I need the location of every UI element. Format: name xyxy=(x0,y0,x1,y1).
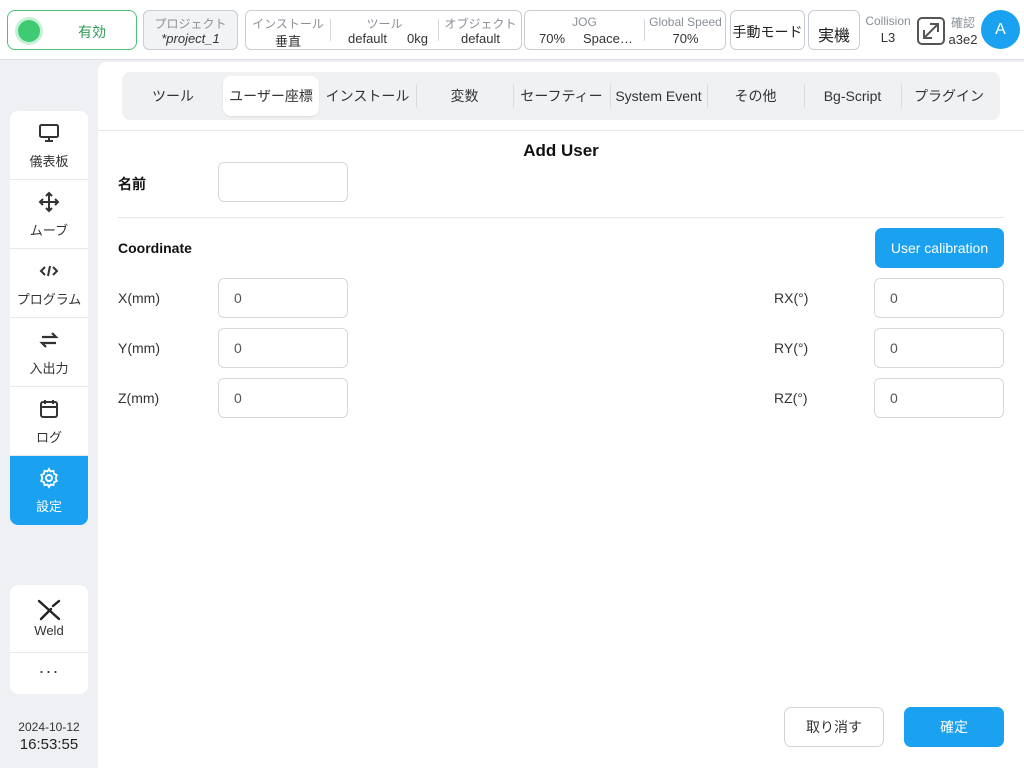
confirm-id: 確認 a3e2 xyxy=(946,14,980,47)
sidebar-nav: 儀表板 ムーブ プログラム 入出力 ログ 設定 xyxy=(10,111,88,525)
collision-level[interactable]: Collision L3 xyxy=(864,14,912,45)
y-input[interactable] xyxy=(218,328,348,368)
object-value: default xyxy=(460,31,501,46)
date-text: 2024-10-12 xyxy=(18,720,80,734)
time-text: 16:53:55 xyxy=(19,736,79,753)
z-input[interactable] xyxy=(218,378,348,418)
tool-caption: ツール xyxy=(366,17,403,31)
name-input[interactable] xyxy=(218,162,348,202)
clock: 2024-10-12 16:53:55 xyxy=(10,720,88,753)
global-speed-caption: Global Speed xyxy=(649,15,722,29)
top-status-bar: 有効 プロジェクト *project_1 インストール 垂直 ツール defau… xyxy=(0,0,1024,60)
sidebar-extensions: Weld ··· xyxy=(10,585,88,694)
y-label: Y(mm) xyxy=(118,340,160,356)
project-caption: プロジェクト xyxy=(154,17,227,31)
tab-plugins[interactable]: プラグイン xyxy=(901,76,997,116)
name-label: 名前 xyxy=(118,176,146,192)
enable-label: 有効 xyxy=(78,24,106,40)
swap-icon xyxy=(39,332,59,348)
enable-status-indicator-icon xyxy=(18,20,40,42)
sidebar-item-label: ムーブ xyxy=(29,223,69,238)
welding-torch-icon xyxy=(37,599,61,621)
sidebar-item-label: 入出力 xyxy=(29,361,69,376)
installation-status-group[interactable]: インストール 垂直 ツール default 0kg オブジェクト default xyxy=(245,10,522,50)
ok-button[interactable]: 確定 xyxy=(904,707,1004,747)
confirm-value: a3e2 xyxy=(948,32,978,47)
rx-input[interactable] xyxy=(874,278,1004,318)
collision-caption: Collision xyxy=(865,14,911,28)
weld-label: Weld xyxy=(34,623,64,638)
move-arrows-icon xyxy=(38,191,60,213)
expand-icon[interactable] xyxy=(916,16,946,46)
enable-toggle-button[interactable]: 有効 xyxy=(7,10,137,50)
user-avatar[interactable]: A xyxy=(981,10,1020,49)
settings-tab-bar: ツール ユーザー座標 インストール 変数 セーフティー System Event… xyxy=(122,72,1000,120)
sidebar-item-io[interactable]: 入出力 xyxy=(10,318,88,387)
gear-icon xyxy=(40,467,58,489)
tool-segment[interactable]: ツール default 0kg xyxy=(331,11,438,49)
divider xyxy=(118,217,1004,218)
project-selector[interactable]: プロジェクト *project_1 xyxy=(143,10,238,50)
manual-mode-button[interactable]: 手動モード xyxy=(730,10,805,50)
sidebar-item-move[interactable]: ムーブ xyxy=(10,180,88,249)
real-machine-label: 実機 xyxy=(817,28,850,45)
install-segment[interactable]: インストール 垂直 xyxy=(246,11,330,49)
x-input[interactable] xyxy=(218,278,348,318)
object-caption: オブジェクト xyxy=(444,17,517,31)
project-name: *project_1 xyxy=(161,31,220,46)
jog-value: 70% xyxy=(539,31,566,46)
sidebar-item-dashboard[interactable]: 儀表板 xyxy=(10,111,88,180)
tab-bg-script[interactable]: Bg-Script xyxy=(804,76,901,116)
rz-input[interactable] xyxy=(874,378,1004,418)
z-label: Z(mm) xyxy=(118,390,160,406)
code-icon xyxy=(39,265,59,277)
sidebar-item-weld[interactable]: Weld xyxy=(10,585,88,653)
global-speed-value: 70% xyxy=(672,31,699,46)
sidebar-item-program[interactable]: プログラム xyxy=(10,249,88,318)
sidebar-item-label: 儀表板 xyxy=(29,154,69,169)
jog-speed-group[interactable]: JOG 70% Space… Global Speed 70% xyxy=(524,10,726,50)
ry-label: RY(°) xyxy=(774,340,809,356)
sidebar-item-label: ログ xyxy=(35,430,62,445)
jog-caption: JOG xyxy=(572,15,597,29)
rx-label: RX(°) xyxy=(774,290,809,306)
real-machine-button[interactable]: 実機 xyxy=(808,10,860,50)
ry-input[interactable] xyxy=(874,328,1004,368)
tool-name: default xyxy=(348,31,388,46)
sidebar-item-label: 設定 xyxy=(35,499,62,514)
collision-value: L3 xyxy=(880,30,896,45)
confirm-caption: 確認 xyxy=(950,16,975,30)
monitor-icon xyxy=(39,124,59,142)
tab-tool[interactable]: ツール xyxy=(126,76,220,116)
settings-panel: ツール ユーザー座標 インストール 変数 セーフティー System Event… xyxy=(98,62,1024,768)
tab-others[interactable]: その他 xyxy=(707,76,804,116)
sidebar-item-settings[interactable]: 設定 xyxy=(10,456,88,525)
sidebar-item-label: プログラム xyxy=(16,292,82,307)
sidebar-item-log[interactable]: ログ xyxy=(10,387,88,456)
install-caption: インストール xyxy=(252,17,324,31)
tab-variables[interactable]: 変数 xyxy=(416,76,513,116)
rz-label: RZ(°) xyxy=(774,390,808,406)
global-speed-segment[interactable]: Global Speed 70% xyxy=(645,11,726,49)
manual-mode-label: 手動モード xyxy=(732,24,803,40)
more-menu-button[interactable]: ··· xyxy=(10,654,88,694)
calendar-icon xyxy=(40,400,58,418)
divider xyxy=(98,130,1024,131)
object-segment[interactable]: オブジェクト default xyxy=(439,11,522,49)
tab-user-coordinate[interactable]: ユーザー座標 xyxy=(223,76,319,116)
tool-load: 0kg xyxy=(407,31,428,46)
jog-segment[interactable]: JOG 70% Space… xyxy=(525,11,644,49)
jog-space: Space… xyxy=(583,31,633,46)
x-label: X(mm) xyxy=(118,290,160,306)
form-title: Add User xyxy=(523,141,599,160)
tab-safety[interactable]: セーフティー xyxy=(513,76,610,116)
cancel-button[interactable]: 取り消す xyxy=(784,707,884,747)
user-calibration-button[interactable]: User calibration xyxy=(875,228,1004,268)
install-value: 垂直 xyxy=(274,34,301,49)
tab-installation[interactable]: インストール xyxy=(319,76,416,116)
coordinate-label: Coordinate xyxy=(118,240,192,256)
tab-system-event[interactable]: System Event xyxy=(610,76,707,116)
